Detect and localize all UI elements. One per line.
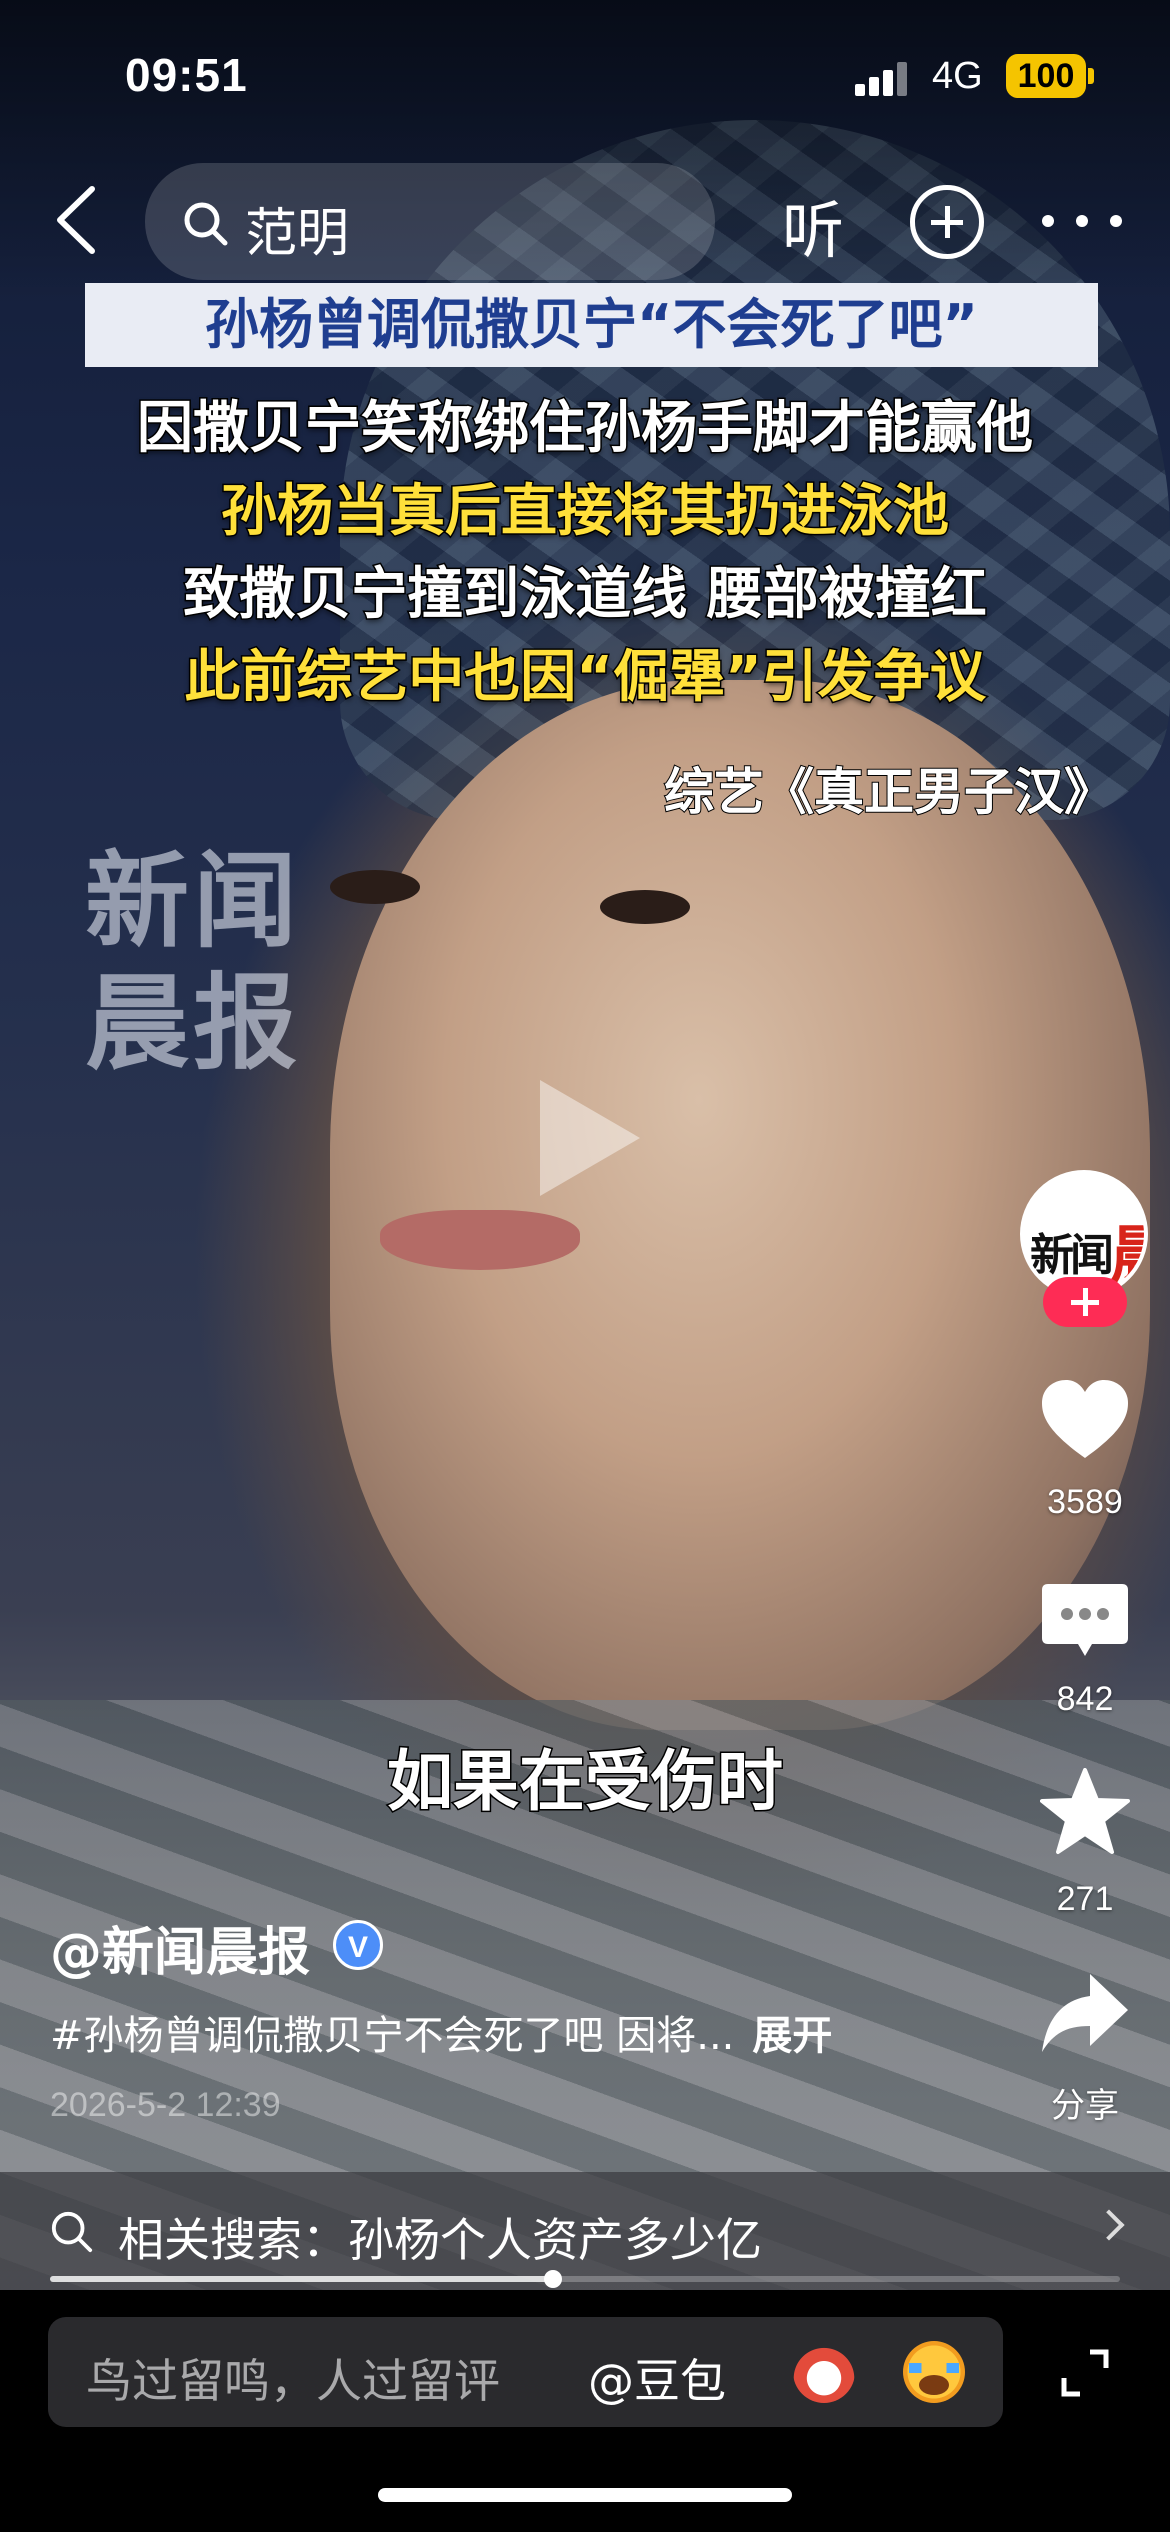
status-bar: 09:51 4G 100: [0, 0, 1170, 150]
chevron-right-icon: [1093, 2209, 1125, 2241]
expand-link[interactable]: 展开: [752, 2013, 832, 2059]
comment-input[interactable]: 鸟过留鸣，人过留评 @豆包: [48, 2317, 1003, 2427]
like-icon[interactable]: [1040, 1378, 1130, 1466]
comment-count: 842: [1056, 1680, 1114, 1718]
video-frame-detail: [380, 1210, 580, 1270]
post-date: 2026-5-2 12:39: [50, 2086, 281, 2124]
video-caption-line: 此前综艺中也因“倔犟”引发争议: [183, 644, 988, 712]
back-icon[interactable]: [50, 185, 110, 255]
search-query: 范明: [245, 204, 350, 264]
clock: 09:51: [125, 49, 248, 101]
channel-watermark: 新闻晨报: [85, 839, 302, 1084]
like-count: 3589: [1047, 1483, 1123, 1521]
more-options-icon[interactable]: [1042, 215, 1122, 229]
search-icon: [51, 2211, 93, 2253]
comment-icon[interactable]: [1040, 1580, 1130, 1668]
video-caption-line: 孙杨当真后直接将其扔进泳池: [220, 478, 951, 546]
video-caption-line: 致撒贝宁撞到泳道线 腰部被撞红: [182, 561, 989, 629]
follow-button[interactable]: [1043, 1277, 1127, 1327]
home-indicator[interactable]: [378, 2488, 792, 2502]
progress-fill: [50, 2276, 553, 2282]
video-subtitle: 如果在受伤时: [386, 1742, 785, 1822]
crying-emoji-icon[interactable]: [903, 2341, 965, 2403]
signal-icon: [855, 62, 915, 96]
comment-placeholder: 鸟过留鸣，人过留评: [86, 2354, 500, 2408]
battery-icon: 100: [1006, 54, 1086, 98]
verified-badge-icon: V: [333, 1920, 383, 1970]
video-headline: 孙杨曾调侃撒贝宁“不会死了吧”: [85, 283, 1098, 367]
show-name-caption: 综艺《真正男子汉》: [663, 762, 1115, 822]
author-name[interactable]: @新闻晨报: [50, 1910, 310, 1985]
related-search-text: 相关搜索：孙杨个人资产多少亿: [118, 2213, 762, 2267]
favorite-star-icon[interactable]: [1040, 1768, 1130, 1860]
video-progress-bar[interactable]: [50, 2270, 1120, 2288]
play-icon[interactable]: [540, 1080, 640, 1196]
progress-handle[interactable]: [543, 2270, 562, 2288]
related-search-bar[interactable]: 相关搜索：孙杨个人资产多少亿: [0, 2172, 1170, 2290]
share-label[interactable]: 分享: [1010, 2078, 1160, 2127]
share-arrow-icon[interactable]: [1040, 1970, 1130, 2060]
fullscreen-icon[interactable]: [1060, 2348, 1110, 2398]
post-description[interactable]: #孙杨曾调侃撒贝宁不会死了吧 因将... 展开: [50, 2003, 832, 2061]
mention-button[interactable]: @豆包: [588, 2345, 726, 2411]
description-text: #孙杨曾调侃撒贝宁不会死了吧 因将...: [50, 2013, 735, 2059]
favorite-count: 271: [1056, 1880, 1114, 1918]
listen-button[interactable]: 听: [782, 180, 844, 270]
add-circle-icon[interactable]: [910, 185, 984, 259]
search-bar[interactable]: 范明: [145, 163, 715, 280]
bowl-emoji-icon[interactable]: [793, 2341, 855, 2403]
bottom-bar: 鸟过留鸣，人过留评 @豆包: [0, 2290, 1170, 2532]
network-type: 4G: [932, 55, 983, 97]
search-icon: [184, 202, 228, 246]
video-frame-detail: [600, 890, 690, 924]
battery-tip: [1088, 68, 1094, 84]
video-caption-line: 因撒贝宁笑称绑住孙杨手脚才能赢他: [136, 395, 1035, 463]
